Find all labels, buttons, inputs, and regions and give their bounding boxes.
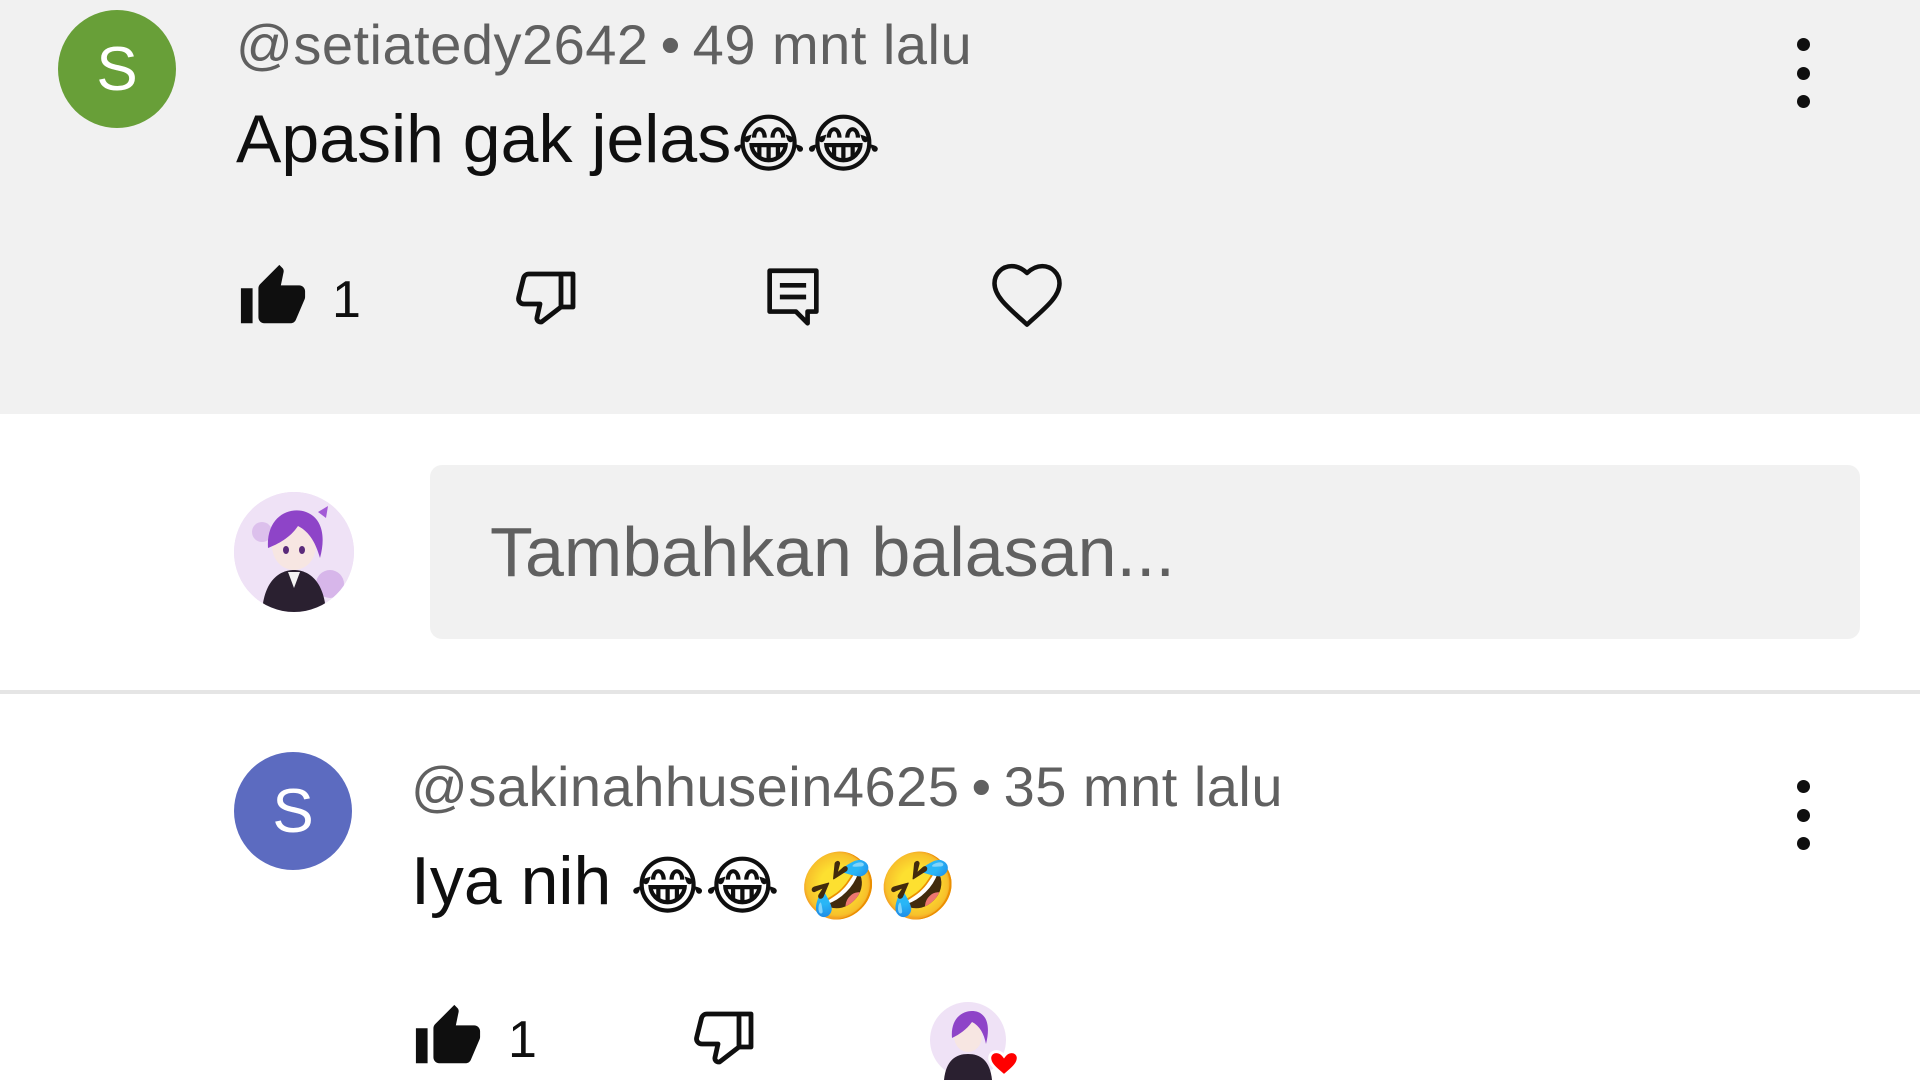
reply-icon[interactable] <box>758 262 828 332</box>
reply-comment: S @sakinahhusein4625 • 35 mnt lalu Iya nih… <box>0 694 1920 1080</box>
comment-author[interactable]: @setiatedy2642 <box>236 13 649 76</box>
like-count: 1 <box>508 1011 537 1069</box>
avatar[interactable]: S <box>58 10 176 128</box>
emoji: 🤣 <box>878 849 959 922</box>
emoji: 🤣 <box>798 849 879 922</box>
avatar[interactable]: S <box>234 752 352 870</box>
creator-heart-icon <box>930 1002 1020 1080</box>
comment-body: Iya nih <box>411 843 612 919</box>
highlighted-comment: S @setiatedy2642 • 49 mnt lalu Apasih gak … <box>0 0 1920 414</box>
more-actions-button[interactable] <box>1793 38 1813 108</box>
my-avatar <box>234 492 354 612</box>
like-count: 1 <box>332 271 361 329</box>
comment-text: Apasih gak jelas😂😂 <box>236 100 881 182</box>
more-actions-button[interactable] <box>1793 780 1813 850</box>
heart-icon[interactable] <box>988 258 1066 336</box>
dislike-icon[interactable] <box>686 1002 762 1074</box>
emoji: 😂 <box>705 849 780 922</box>
meta-separator: • <box>660 13 681 76</box>
comment-text: Iya nih 😂😂 🤣🤣 <box>411 842 958 924</box>
anime-avatar-icon <box>234 492 354 612</box>
dislike-icon[interactable] <box>508 262 584 334</box>
creator-heart-badge[interactable] <box>928 1000 1032 1080</box>
like-filled-icon[interactable] <box>236 262 310 332</box>
avatar-letter: S <box>96 34 138 104</box>
comment-body: Apasih gak jelas <box>236 101 732 177</box>
more-vert-icon <box>1796 38 1810 51</box>
emoji: 😂 <box>805 107 881 180</box>
reply-placeholder: Tambahkan balasan... <box>490 513 1175 591</box>
comment-time[interactable]: 35 mnt lalu <box>1004 755 1283 818</box>
emoji: 😂 <box>630 849 706 922</box>
reply-input[interactable]: Tambahkan balasan... <box>430 465 1860 639</box>
avatar-letter: S <box>272 776 314 846</box>
emoji: 😂 <box>731 107 806 180</box>
like-filled-icon[interactable] <box>411 1002 485 1072</box>
meta-separator: • <box>971 755 992 818</box>
comment-meta: @setiatedy2642 • 49 mnt lalu <box>236 12 972 77</box>
comment-time[interactable]: 49 mnt lalu <box>693 13 972 76</box>
comment-meta: @sakinahhusein4625 • 35 mnt lalu <box>411 754 1283 819</box>
more-vert-icon <box>1796 780 1810 793</box>
comment-author[interactable]: @sakinahhusein4625 <box>411 755 959 818</box>
